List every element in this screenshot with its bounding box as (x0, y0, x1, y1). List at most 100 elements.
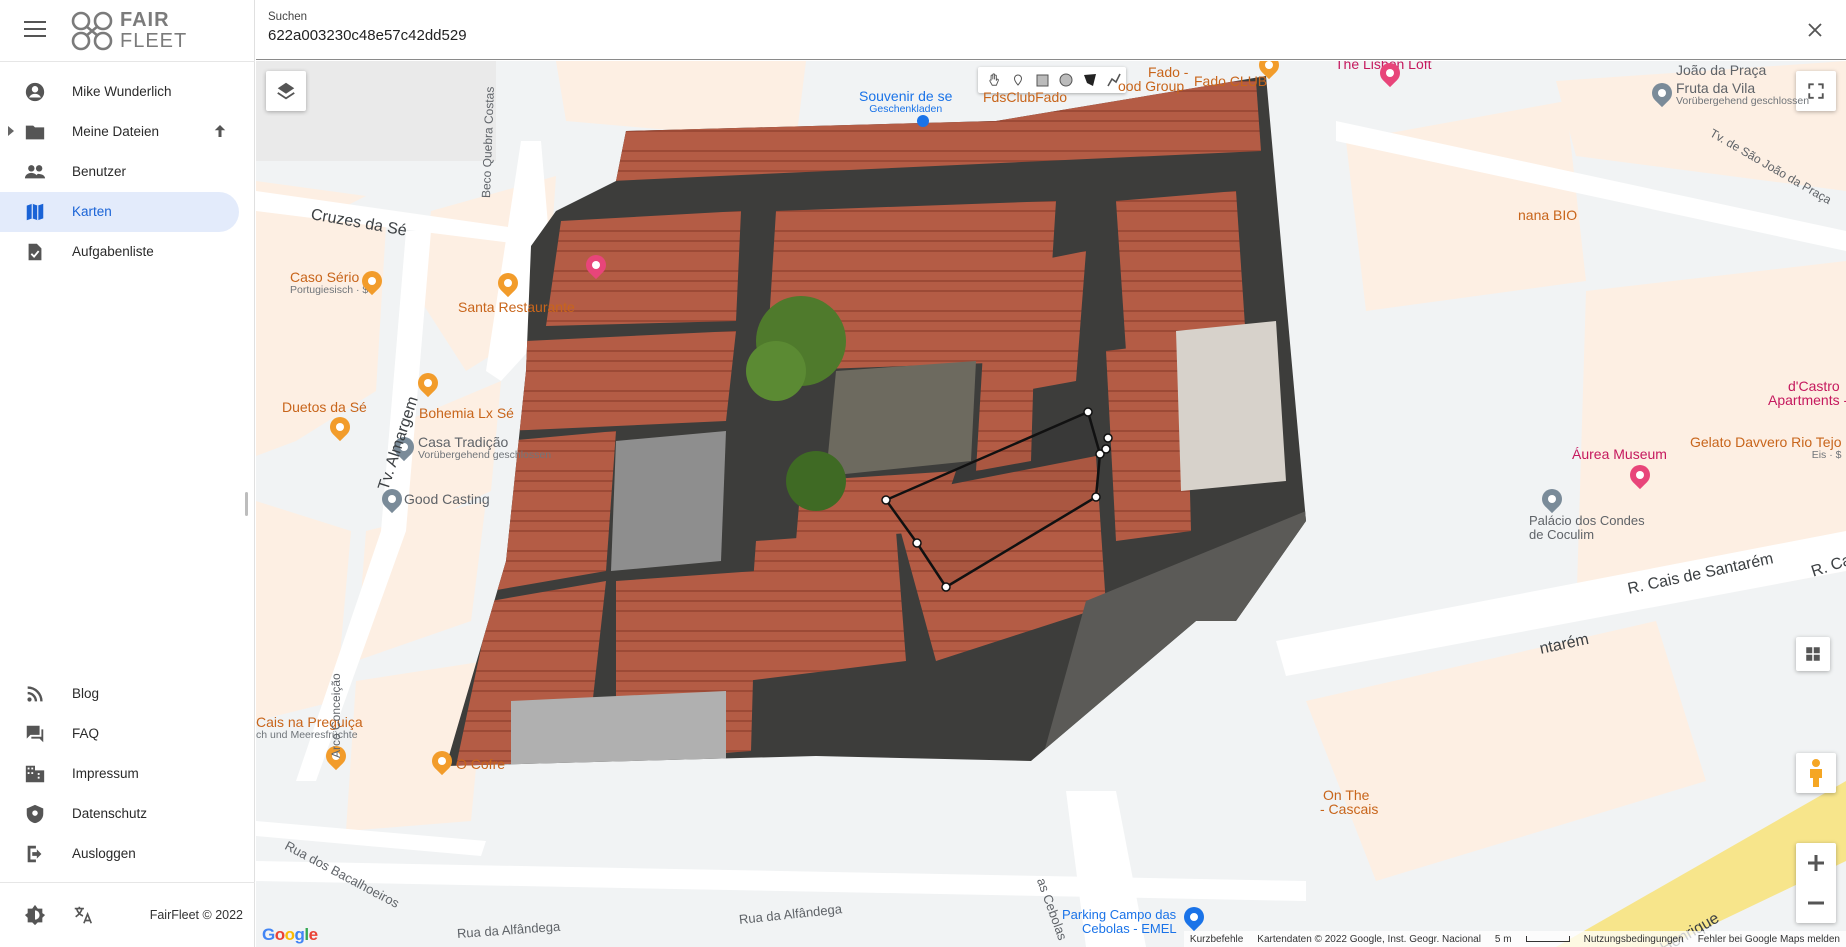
poi-banana-bio[interactable]: nana BIO (1518, 208, 1577, 222)
poi-label: Fruta da Vila (1676, 80, 1756, 96)
brightness-icon[interactable] (24, 904, 46, 926)
secondary-nav: Blog FAQ Impressum Datenschutz Ausloggen (0, 674, 255, 874)
poi-joao-praca[interactable]: João da Praça (1676, 63, 1766, 77)
poi-label: O Cofre (456, 756, 506, 772)
poi-gelato[interactable]: Gelato Davvero Rio Tejo Eis · $ (1690, 435, 1841, 461)
chat-icon (26, 725, 44, 743)
attribution-bar: Kurzbefehle Kartendaten © 2022 Google, I… (1183, 931, 1846, 947)
search-input[interactable] (268, 27, 1768, 44)
people-icon (24, 165, 46, 179)
poi-fruta-vila[interactable]: Fruta da Vila Vorübergehend geschlossen (1676, 81, 1809, 107)
poi-sublabel: Vorübergehend geschlossen (1676, 95, 1810, 107)
poi-santa-restaurante[interactable]: Santa Restaurante (458, 300, 575, 314)
sidebar-item-label: Karten (72, 204, 112, 219)
poi-sublabel: Geschenkladen (869, 103, 943, 115)
close-icon[interactable] (1806, 21, 1824, 39)
shopping-bag-icon[interactable] (917, 115, 929, 127)
map-view[interactable]: Souvenir de se Geschenkladen Fado - ood G… (256, 61, 1846, 947)
poi-o-cofre[interactable]: O Cofre (456, 757, 505, 771)
hand-tool-icon[interactable] (982, 69, 1006, 91)
poi-cascais[interactable]: - Cascais (1320, 802, 1378, 816)
poi-label: - Cascais (1320, 801, 1379, 817)
menu-icon[interactable] (24, 21, 46, 39)
poi-aurea-museum[interactable]: Áurea Museum (1572, 447, 1667, 461)
poi-fado-group[interactable]: Fado - (1148, 65, 1188, 79)
sidebar-item-label: Datenschutz (72, 806, 148, 821)
rectangle-tool-icon[interactable] (1030, 69, 1054, 91)
sidebar-item-tasks[interactable]: Aufgabenliste (0, 232, 255, 272)
report-error-link[interactable]: Fehler bei Google Maps melden (1698, 934, 1840, 945)
expand-caret-icon[interactable] (8, 126, 14, 136)
sidebar-item-privacy[interactable]: Datenschutz (0, 794, 255, 834)
keyboard-shortcuts-link[interactable]: Kurzbefehle (1190, 934, 1243, 945)
poi-label: ood Group (1118, 78, 1185, 94)
poi-sublabel: Portugiesisch · $ (290, 284, 369, 296)
poi-caso-serio[interactable]: Caso Sério Portugiesisch · $ (290, 270, 368, 296)
sidebar-resize-handle[interactable] (245, 492, 248, 516)
layers-icon (277, 82, 295, 100)
building-icon (25, 765, 45, 783)
translate-icon[interactable] (72, 904, 94, 926)
map-icon (26, 203, 44, 221)
sidebar-item-blog[interactable]: Blog (0, 674, 255, 714)
poi-castro[interactable]: d'Castro (1788, 379, 1840, 393)
zoom-out-button[interactable] (1796, 883, 1836, 923)
poi-apartments[interactable]: Apartments - S (1768, 393, 1846, 407)
sidebar-item-files[interactable]: Meine Dateien (0, 112, 255, 152)
poi-palacio-2[interactable]: de Coculim (1529, 528, 1594, 542)
street-view-button[interactable] (1796, 753, 1836, 793)
circle-tool-icon[interactable] (1054, 69, 1078, 91)
poi-label: FdsClubFado (983, 89, 1068, 105)
poi-parking[interactable]: Parking Campo das (1062, 908, 1176, 922)
poi-fado-group-2[interactable]: ood Group (1118, 79, 1184, 93)
arrow-up-icon[interactable] (211, 122, 229, 140)
poi-label: Good Casting (404, 491, 490, 507)
poi-label: João da Praça (1676, 62, 1767, 78)
fullscreen-icon (1808, 83, 1824, 99)
poi-fado-club[interactable]: Fado CLUB (1194, 74, 1267, 88)
sidebar-item-users[interactable]: Benutzer (0, 152, 255, 192)
terms-link[interactable]: Nutzungsbedingungen (1584, 934, 1684, 945)
scale-text[interactable]: 5 m (1495, 934, 1512, 945)
poi-souvenir[interactable]: Souvenir de se Geschenkladen (859, 89, 952, 115)
polygon-tool-icon[interactable] (1078, 69, 1102, 91)
poi-label: Parking Campo das (1062, 907, 1177, 922)
sidebar-item-faq[interactable]: FAQ (0, 714, 255, 754)
sidebar-item-maps[interactable]: Karten (0, 192, 239, 232)
layers-button[interactable] (266, 71, 306, 111)
sidebar-header: FAIR FLEET (0, 0, 255, 62)
poi-label: Áurea Museum (1572, 446, 1667, 462)
poi-label: Gelato Davvero Rio Tejo (1690, 434, 1842, 450)
fairfleet-logo (71, 11, 113, 51)
poi-bohemia[interactable]: Bohemia Lx Sé (419, 406, 514, 420)
google-logo: Google (262, 925, 318, 944)
sidebar-item-label: Benutzer (72, 164, 127, 179)
poi-fdsclubfado[interactable]: FdsClubFado (983, 90, 1067, 104)
grid-icon (1806, 647, 1820, 661)
poi-label: Apartments - S (1768, 392, 1846, 408)
rss-icon (27, 686, 43, 702)
marker-tool-icon[interactable] (1006, 69, 1030, 91)
poi-duetos[interactable]: Duetos da Sé (282, 400, 367, 414)
orthophoto-overlay (446, 76, 1306, 766)
poi-casa-tradicao[interactable]: Casa Tradição Vorübergehend geschlossen (418, 435, 551, 461)
sidebar-item-user[interactable]: Mike Wunderlich (0, 72, 255, 112)
sidebar-item-logout[interactable]: Ausloggen (0, 834, 255, 874)
search-bar: Suchen (256, 0, 1846, 60)
main-nav: Mike Wunderlich Meine Dateien Benutzer K… (0, 72, 255, 272)
poi-on-the[interactable]: On The (1323, 788, 1369, 802)
map-data-text: Kartendaten © 2022 Google, Inst. Geogr. … (1257, 933, 1481, 945)
shield-icon (26, 804, 44, 824)
sidebar-item-imprint[interactable]: Impressum (0, 754, 255, 794)
poi-good-casting[interactable]: Good Casting (404, 492, 490, 506)
poi-cais-preguica[interactable]: Cais na Preguiça ch und Meeresfrüchte (256, 715, 363, 741)
zoom-in-button[interactable] (1796, 843, 1836, 883)
logo-line1: FAIR (120, 9, 170, 31)
poi-palacio[interactable]: Palácio dos Condes (1529, 514, 1645, 528)
sidebar-footer: FairFleet © 2022 (0, 882, 255, 947)
pegman-icon (1810, 759, 1822, 787)
logo-wordmark: FAIR FLEET (120, 10, 187, 52)
folder-icon (25, 125, 45, 140)
map-type-button[interactable] (1796, 637, 1830, 671)
poi-label: Souvenir de se (859, 88, 953, 104)
